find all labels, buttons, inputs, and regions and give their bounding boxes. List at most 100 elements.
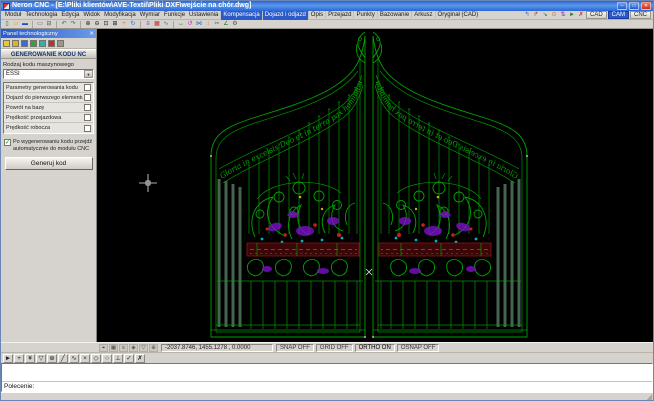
option-checkbox[interactable] bbox=[84, 114, 91, 121]
delete-icon[interactable] bbox=[48, 39, 55, 47]
print-preview-icon[interactable]: ⊟ bbox=[45, 20, 53, 28]
layers-status-icon[interactable]: ≡ bbox=[119, 343, 128, 352]
mode-button-punkty[interactable]: Punkty bbox=[353, 10, 376, 20]
menu-widok[interactable]: Widok bbox=[81, 11, 102, 20]
measure-icon[interactable]: ∠ bbox=[222, 20, 230, 28]
zoom-out-icon[interactable]: ⊖ bbox=[93, 20, 101, 28]
chevron-down-icon[interactable]: ▼ bbox=[84, 70, 93, 78]
zoom-window-icon[interactable]: ⊡ bbox=[102, 20, 110, 28]
open-technology-icon[interactable] bbox=[3, 39, 10, 47]
crosshair-icon[interactable]: + bbox=[14, 353, 24, 363]
open-file-icon[interactable]: ▱ bbox=[12, 20, 20, 28]
linetype-icon[interactable]: ∿ bbox=[162, 20, 170, 28]
ucs-icon[interactable]: ⌖ bbox=[99, 343, 108, 352]
mode-button-przejazd[interactable]: Przejazd bbox=[325, 10, 353, 20]
start-point-icon[interactable]: ⊙ bbox=[550, 11, 558, 19]
filter-icon[interactable]: ▽ bbox=[139, 343, 148, 352]
mode-button-kompensacja[interactable]: Kompensacja bbox=[220, 10, 262, 20]
code-type-value: ESSI bbox=[6, 71, 20, 77]
module-cad-button[interactable]: CAD bbox=[585, 11, 607, 19]
mode-button-opis[interactable]: Opis bbox=[307, 10, 325, 20]
move-icon[interactable]: ↔ bbox=[177, 20, 185, 28]
menu-wymiar[interactable]: Wymiar bbox=[138, 11, 162, 20]
undo-icon[interactable]: ↶ bbox=[60, 20, 68, 28]
polyline-icon[interactable]: ∿ bbox=[69, 353, 79, 363]
triangle-icon[interactable]: ▽ bbox=[36, 353, 46, 363]
menu-technologia[interactable]: Technologia bbox=[23, 11, 59, 20]
generate-code-button[interactable]: Generuj kod bbox=[4, 157, 93, 171]
erase-icon[interactable]: × bbox=[80, 353, 90, 363]
menu-funkcje[interactable]: Funkcje bbox=[162, 11, 187, 20]
snap-point-icon[interactable]: ¥ bbox=[25, 353, 35, 363]
maximize-button[interactable]: □ bbox=[629, 2, 639, 10]
mode-button-orygina-cad[interactable]: Oryginał (CAD) bbox=[434, 10, 481, 20]
scale-icon[interactable]: ↕ bbox=[204, 20, 212, 28]
close-button[interactable]: ✕ bbox=[641, 2, 651, 10]
diamond-icon[interactable]: ◇ bbox=[91, 353, 101, 363]
application-window: Neron CNC - [E:\Pliki klientów\AVE-Texti… bbox=[0, 0, 654, 401]
rotate-icon[interactable]: ↺ bbox=[186, 20, 194, 28]
circle-icon[interactable]: ○ bbox=[102, 353, 112, 363]
settings-icon[interactable]: ⚙ bbox=[231, 20, 239, 28]
regen-icon[interactable]: ↻ bbox=[129, 20, 137, 28]
menu-bar: Moduł Technologia Edycja Widok Modyfikacja Wy… bbox=[1, 10, 653, 20]
coords-mode-icon[interactable]: ⊕ bbox=[149, 343, 158, 352]
pointer-icon[interactable]: ► bbox=[3, 353, 13, 363]
toggle-ortho-on[interactable]: ORTHO ON bbox=[354, 343, 395, 352]
torch-icon[interactable] bbox=[30, 39, 37, 47]
new-file-icon[interactable]: ▯ bbox=[3, 20, 11, 28]
mode-button-dojazd-i-odjazd[interactable]: Dojazd i odjazd bbox=[261, 10, 308, 20]
kerf-right-icon[interactable]: ↱ bbox=[532, 11, 540, 19]
option-checkbox[interactable] bbox=[84, 124, 91, 132]
module-cnc-button[interactable]: CNC bbox=[630, 11, 651, 19]
stop-icon[interactable]: ✗ bbox=[577, 11, 585, 19]
print-icon[interactable]: ▭ bbox=[36, 20, 44, 28]
menu-edycja[interactable]: Edycja bbox=[59, 11, 81, 20]
simulate-icon[interactable]: ► bbox=[568, 11, 576, 19]
trim-icon[interactable]: ✂ bbox=[213, 20, 221, 28]
menu-modyfikacja[interactable]: Modyfikacja bbox=[102, 11, 138, 20]
machine-icon[interactable] bbox=[21, 39, 28, 47]
color-icon[interactable]: ▦ bbox=[153, 20, 161, 28]
toggle-osnap-off[interactable]: OSNAP OFF bbox=[396, 343, 440, 352]
resize-grip-icon[interactable]: ◢ bbox=[647, 393, 652, 400]
sequence-icon[interactable]: ⇅ bbox=[559, 11, 567, 19]
menu-modu[interactable]: Moduł bbox=[3, 11, 23, 20]
minimize-button[interactable]: – bbox=[617, 2, 627, 10]
toggle-snap-off[interactable]: SNAP OFF bbox=[276, 343, 314, 352]
perpendicular-icon[interactable]: ⊥ bbox=[113, 353, 123, 363]
pan-icon[interactable]: + bbox=[120, 20, 128, 28]
save-technology-icon[interactable] bbox=[12, 39, 19, 47]
lead-in-icon[interactable]: ↘ bbox=[541, 11, 549, 19]
drawing-canvas[interactable]: Gloria in excelsis Deo et in terra pax h… bbox=[97, 29, 653, 342]
zoom-extents-icon[interactable]: ⊞ bbox=[111, 20, 119, 28]
confirm-icon[interactable]: ✓ bbox=[124, 353, 134, 363]
simulation-icon[interactable] bbox=[39, 39, 46, 47]
line-icon[interactable]: ╱ bbox=[58, 353, 68, 363]
toggle-grid-off[interactable]: GRID OFF bbox=[315, 343, 353, 352]
option-checkbox[interactable] bbox=[84, 104, 91, 111]
option-checkbox[interactable] bbox=[84, 84, 91, 91]
panel-close-icon[interactable]: ✕ bbox=[89, 30, 94, 38]
cancel-icon[interactable]: ✗ bbox=[135, 353, 145, 363]
kerf-left-icon[interactable]: ↰ bbox=[523, 11, 531, 19]
layers-icon[interactable]: ≡ bbox=[144, 20, 152, 28]
mode-button-arkusz[interactable]: Arkusz bbox=[411, 10, 434, 20]
auto-option-checkbox[interactable]: ✓ bbox=[4, 139, 11, 146]
lock-icon[interactable]: ◈ bbox=[129, 343, 138, 352]
mode-button-bazowanie[interactable]: Bazowanie bbox=[376, 10, 411, 20]
code-type-dropdown[interactable]: ESSI ▼ bbox=[3, 69, 94, 79]
option-label: Dojazd do pierwszego elementu bbox=[6, 94, 83, 101]
app-icon bbox=[3, 2, 10, 10]
circle-center-icon[interactable]: ⊕ bbox=[47, 353, 57, 363]
command-prompt-row[interactable]: Polecenie: bbox=[2, 381, 652, 391]
menu-ustawienia[interactable]: Ustawienia bbox=[187, 11, 220, 20]
save-icon[interactable]: ▬ bbox=[21, 20, 29, 28]
redo-icon[interactable]: ↷ bbox=[69, 20, 77, 28]
module-cam-button[interactable]: CAM bbox=[607, 11, 629, 19]
option-checkbox[interactable] bbox=[84, 94, 91, 101]
zoom-in-icon[interactable]: ⊕ bbox=[84, 20, 92, 28]
mirror-icon[interactable]: ⋈ bbox=[195, 20, 203, 28]
grid-display-icon[interactable]: ▦ bbox=[109, 343, 118, 352]
info-icon[interactable] bbox=[57, 39, 64, 47]
